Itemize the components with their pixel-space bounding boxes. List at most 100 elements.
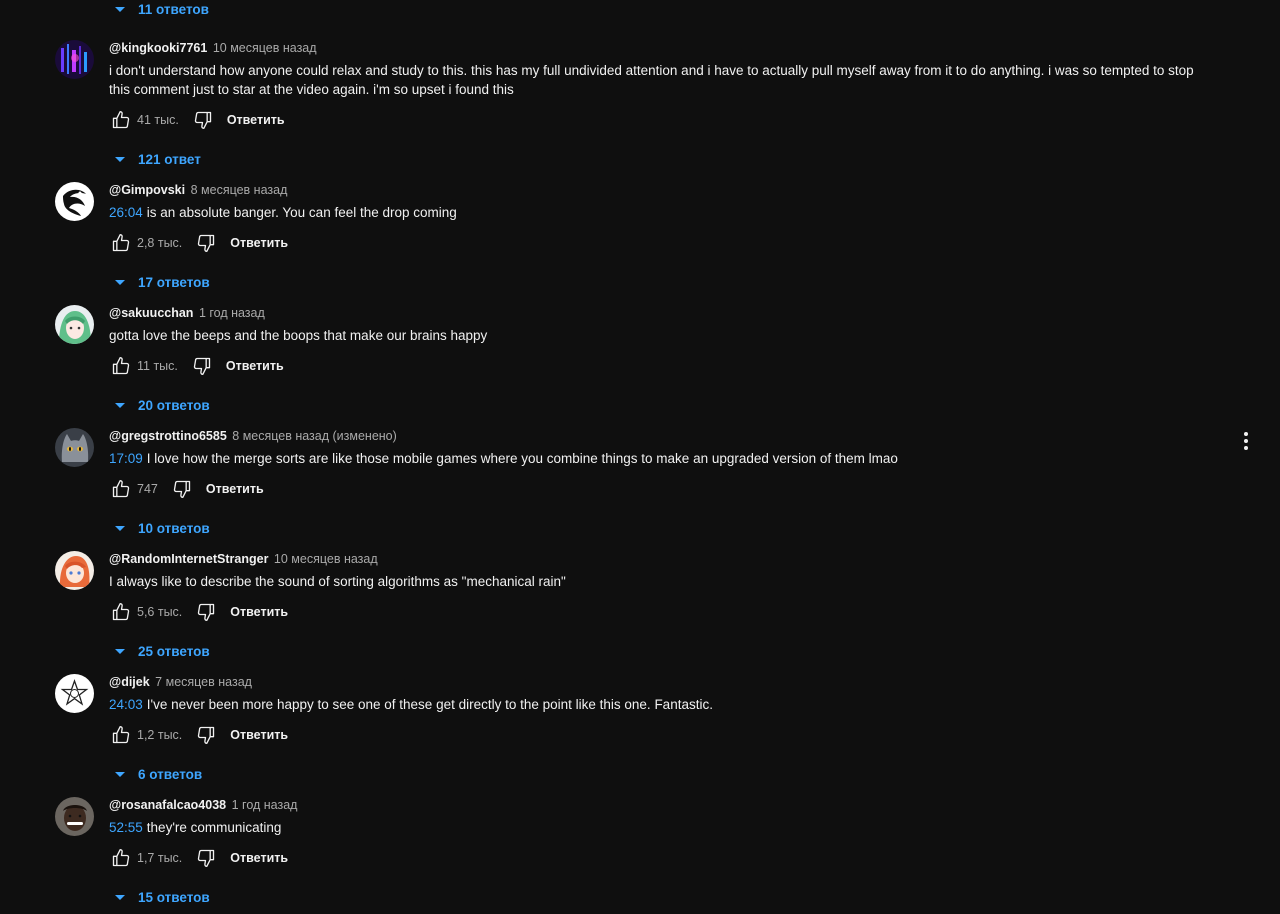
comment-time[interactable]: 8 месяцев назад [191,183,288,197]
replies-toggle-button[interactable]: 17 ответов [110,272,1219,292]
like-count: 1,2 тыс. [137,728,183,742]
like-button[interactable] [109,723,133,747]
like-button[interactable] [109,108,133,132]
thumb-down-icon [193,357,211,375]
like-count: 747 [137,482,158,496]
dislike-button[interactable] [194,600,218,624]
comment-author[interactable]: @rosanafalcao4038 [109,798,226,812]
replies-section: 10 ответов [110,518,1219,538]
replies-count-label: 121 ответ [138,151,201,167]
comment-body: @RandomInternetStranger 10 месяцев назад… [109,551,1219,661]
dislike-button[interactable] [194,846,218,870]
more-actions-button[interactable] [1236,429,1256,453]
avatar[interactable] [55,674,94,713]
comment-time[interactable]: 8 месяцев назад (изменено) [232,429,397,443]
comment-text-content: i don't understand how anyone could rela… [109,63,1194,97]
thumb-down-icon [198,849,215,867]
reply-button[interactable]: Ответить [230,728,288,742]
comment-header: @gregstrottino6585 8 месяцев назад (изме… [109,428,1219,444]
comment-header: @dijek 7 месяцев назад [109,674,1219,690]
like-button[interactable] [109,231,133,255]
like-button[interactable] [109,846,133,870]
comment-text: 17:09 I love how the merge sorts are like… [109,449,1214,468]
replies-toggle-top[interactable]: 11 ответов [110,0,209,19]
like-button[interactable] [109,477,133,501]
chevron-down-icon [115,6,125,12]
like-count: 11 тыс. [137,359,178,373]
avatar-star-image [55,674,94,713]
comment-author[interactable]: @sakuucchan [109,306,193,320]
avatar-anime-image [55,551,94,590]
replies-count-label: 10 ответов [138,520,210,536]
comment-time[interactable]: 10 месяцев назад [213,41,317,55]
dislike-button[interactable] [194,723,218,747]
comment-actions: 5,6 тыс. Ответить [109,600,1219,624]
replies-section: 6 ответов [110,764,1219,784]
reply-button[interactable]: Ответить [226,359,284,373]
comment-time[interactable]: 7 месяцев назад [155,675,252,689]
timestamp-link[interactable]: 26:04 [109,205,143,220]
comment-time[interactable]: 1 год назад [199,306,265,320]
reply-button[interactable]: Ответить [230,851,288,865]
reply-button[interactable]: Ответить [230,236,288,250]
comment-time[interactable]: 10 месяцев назад [274,552,378,566]
dislike-button[interactable] [170,477,194,501]
comment-actions: 11 тыс. Ответить [109,354,1219,378]
thumb-down-icon [198,726,215,744]
comment-time[interactable]: 1 год назад [232,798,298,812]
timestamp-link[interactable]: 17:09 [109,451,143,466]
chevron-down-icon [115,894,125,900]
dislike-button[interactable] [194,231,218,255]
comment-author[interactable]: @Gimpovski [109,183,185,197]
replies-section: 17 ответов [110,272,1219,292]
dislike-button[interactable] [190,354,214,378]
like-count: 41 тыс. [137,113,179,127]
thumb-down-icon [198,603,215,621]
comment-author[interactable]: @gregstrottino6585 [109,429,227,443]
avatar[interactable] [55,797,94,836]
replies-section: 15 ответов [110,887,1219,907]
replies-toggle-button[interactable]: 6 ответов [110,764,1219,784]
replies-toggle-button[interactable]: 11 ответов [110,0,209,19]
comment-author[interactable]: @dijek [109,675,150,689]
thumb-up-icon [112,849,130,867]
reply-button[interactable]: Ответить [206,482,264,496]
comment-actions: 747 Ответить [109,477,1219,501]
comment-header: @rosanafalcao4038 1 год назад [109,797,1219,813]
avatar[interactable] [55,305,94,344]
avatar[interactable] [55,428,94,467]
avatar-dragon-image [55,182,94,221]
avatar-neon-image [55,40,94,79]
chevron-down-icon [115,525,125,531]
kebab-menu-icon [1244,446,1248,450]
like-button[interactable] [109,354,133,378]
avatar[interactable] [55,182,94,221]
thumb-up-icon [112,111,130,129]
comment-text-content: I love how the merge sorts are like thos… [146,451,898,466]
comment-body: @sakuucchan 1 год назад gotta love the b… [109,305,1219,415]
replies-count-label: 17 ответов [138,274,210,290]
reply-button[interactable]: Ответить [227,113,285,127]
comment-header: @sakuucchan 1 год назад [109,305,1219,321]
avatar[interactable] [55,40,94,79]
reply-button[interactable]: Ответить [230,605,288,619]
timestamp-link[interactable]: 24:03 [109,697,143,712]
comment-text: 26:04 is an absolute banger. You can feel… [109,203,1214,222]
replies-toggle-button[interactable]: 10 ответов [110,518,1219,538]
comment-author[interactable]: @kingkooki7761 [109,41,207,55]
comment-author[interactable]: @RandomInternetStranger [109,552,268,566]
replies-toggle-button[interactable]: 25 ответов [110,641,1219,661]
replies-count-label: 15 ответов [138,889,210,905]
avatar[interactable] [55,551,94,590]
comment-body: @rosanafalcao4038 1 год назад 52:55 they'… [109,797,1219,907]
replies-toggle-button[interactable]: 15 ответов [110,887,1219,907]
replies-toggle-button[interactable]: 121 ответ [110,149,1219,169]
comments-page: 11 ответов @kingkooki7761 10 месяцев наз… [0,0,1280,914]
comment-text-content: is an absolute banger. You can feel the … [146,205,457,220]
like-button[interactable] [109,600,133,624]
avatar-cat-image [55,428,94,467]
replies-toggle-button[interactable]: 20 ответов [110,395,1219,415]
dislike-button[interactable] [191,108,215,132]
replies-count-label: 20 ответов [138,397,210,413]
timestamp-link[interactable]: 52:55 [109,820,143,835]
